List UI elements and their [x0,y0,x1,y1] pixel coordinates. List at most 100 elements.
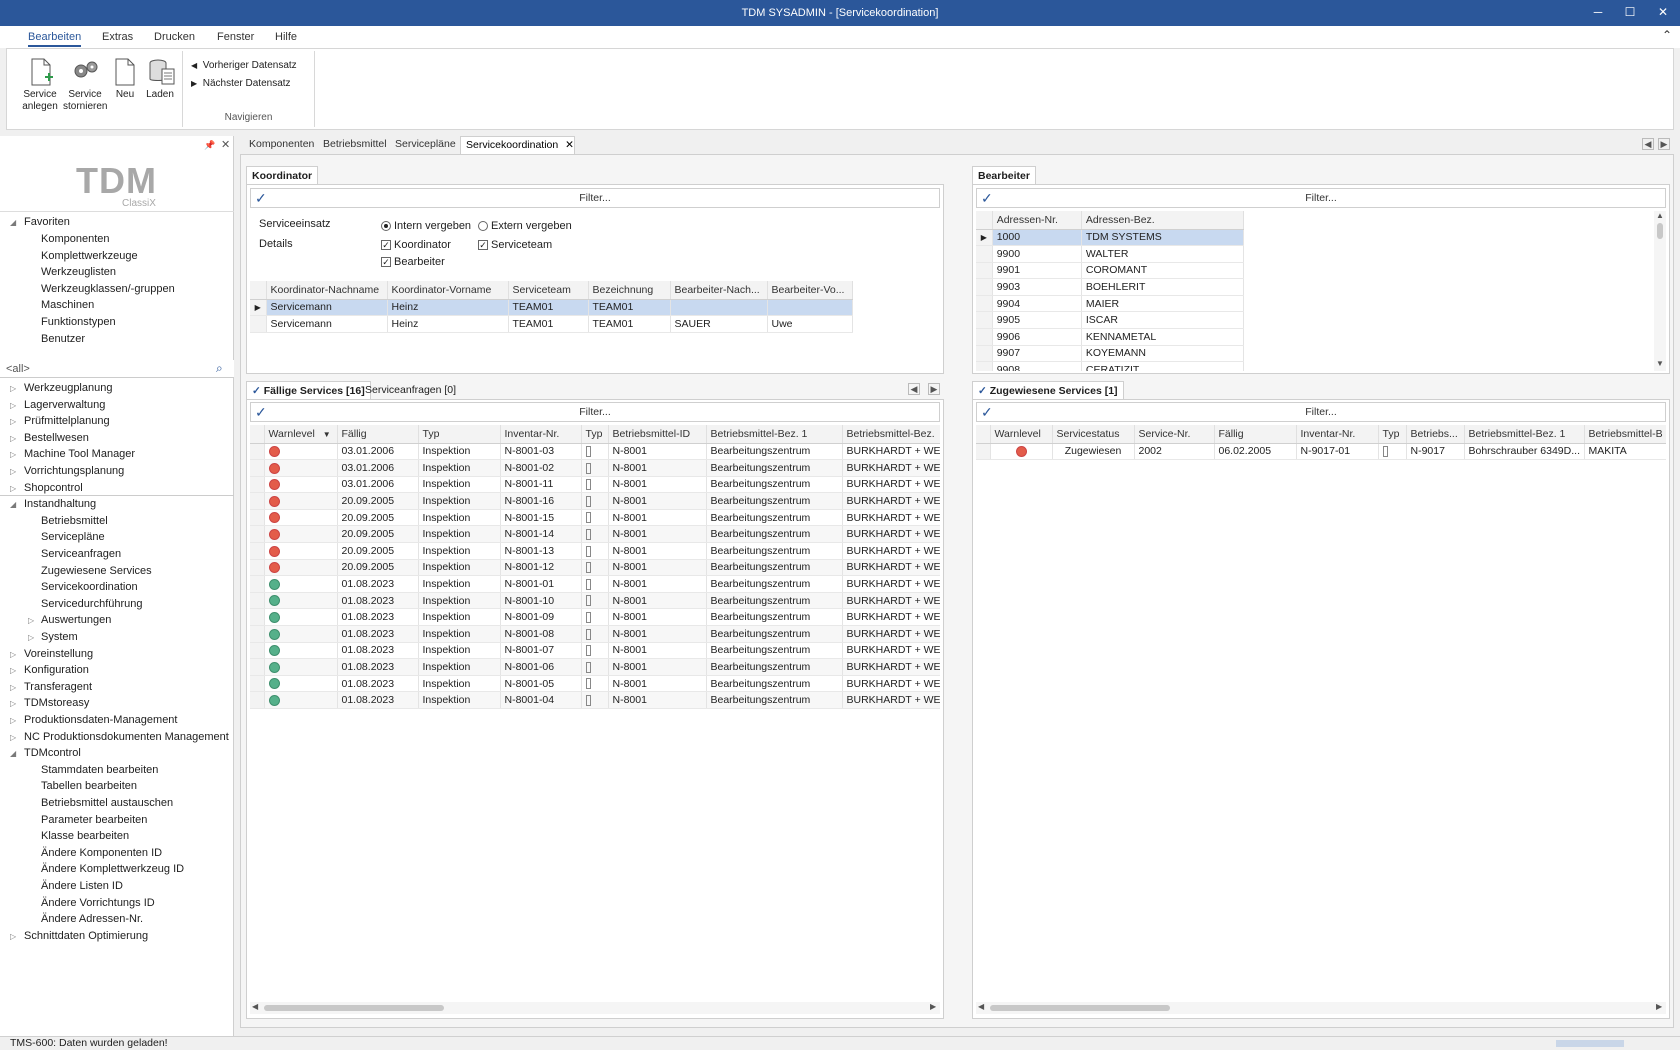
tree-item-transferagent[interactable]: Transferagent [24,681,92,693]
tab-scroll-right-icon[interactable]: ▶ [928,383,940,395]
menu-hilfe[interactable]: Hilfe [275,31,297,43]
zugewiesen-filter[interactable]: ✓ Filter... [976,402,1666,422]
tree-expand-icon[interactable]: ▷ [28,633,34,642]
table-row[interactable]: 01.08.2023 Inspektion N-8001-01 N-8001 Bearb… [250,575,940,593]
table-row[interactable]: Zugewiesen 2002 06.02.2005 N-9017-01 N-9017 B… [976,443,1666,461]
tree-expand-icon[interactable]: ▷ [10,467,16,476]
tree-item-parameter-bearbeiten[interactable]: Parameter bearbeiten [41,814,147,826]
col-betriebs[interactable]: Betriebs... [1406,425,1465,444]
table-row[interactable]: 03.01.2006 Inspektion N-8001-11 N-8001 Bearb… [250,476,940,494]
col-bezeichnung[interactable]: Bezeichnung [588,281,671,300]
table-row[interactable]: 20.09.2005 Inspektion N-8001-16 N-8001 Bearb… [250,492,940,510]
col-betriebsmittel-bez-1[interactable]: Betriebsmittel-Bez. 1 [1464,425,1585,444]
tree-item-tdmcontrol[interactable]: TDMcontrol [24,747,81,759]
table-row[interactable]: 01.08.2023 Inspektion N-8001-08 N-8001 Bearb… [250,625,940,643]
tree-item-werkzeugplanung[interactable]: Werkzeugplanung [24,382,112,394]
tab-serviceanfragen[interactable]: Serviceanfragen [0] [365,384,456,396]
menu-extras[interactable]: Extras [102,31,133,43]
tree-item-aendere-adressen-nr[interactable]: Ändere Adressen-Nr. [41,913,143,925]
table-row[interactable]: 9907 KOYEMANN [976,345,1245,363]
tree-expand-icon[interactable]: ▷ [10,384,16,393]
tab-komponenten[interactable]: Komponenten [244,136,319,154]
tab-scroll-left-icon[interactable]: ◀ [1642,138,1654,150]
pin-icon[interactable]: 📌 [204,140,215,151]
tree-expand-icon[interactable]: ▷ [10,733,16,742]
col-servicestatus[interactable]: Servicestatus [1052,425,1135,444]
tree-item-werkzeugklassen-gruppen[interactable]: Werkzeugklassen/-gruppen [41,283,175,295]
close-tab-icon[interactable]: ✕ [565,139,574,151]
col-service-nr[interactable]: Service-Nr. [1134,425,1215,444]
tree-item-maschinen[interactable]: Maschinen [41,299,94,311]
tree-expand-icon[interactable]: ▷ [10,484,16,493]
col-faellig[interactable]: Fällig [1214,425,1297,444]
koordinator-filter[interactable]: ✓ Filter... [250,188,940,208]
tree-collapse-icon[interactable]: ◢ [10,749,16,758]
tree-item-klasse-bearbeiten[interactable]: Klasse bearbeiten [41,830,129,842]
tree-expand-icon[interactable]: ▷ [10,434,16,443]
bearbeiter-vscroll-thumb[interactable] [1657,223,1663,239]
scroll-down-icon[interactable]: ▼ [1656,359,1664,368]
tree-expand-icon[interactable]: ▷ [10,932,16,941]
tree-item-tdmstoreasy[interactable]: TDMstoreasy [24,697,89,709]
service-anlegen-button[interactable]: Service anlegen [15,57,65,113]
bearbeiter-filter[interactable]: ✓ Filter... [976,188,1666,208]
tree-item-servicekoordination[interactable]: Servicekoordination [41,581,138,593]
table-row[interactable]: 9908 CERATIZIT [976,361,1245,371]
faellig-filter[interactable]: ✓ Filter... [250,402,940,422]
tree-item-werkzeuglisten[interactable]: Werkzeuglisten [41,266,116,278]
col-adressen-nr[interactable]: Adressen-Nr. [992,211,1082,230]
service-stornieren-button[interactable]: Service stornieren [63,57,107,113]
sort-desc-icon[interactable]: ▼ [323,430,331,439]
tree-favoriten[interactable]: Favoriten [24,216,70,228]
search-input[interactable]: <all> [6,363,30,375]
tab-zugewiesene-services[interactable]: ✓ Zugewiesene Services [1] [972,381,1124,401]
tab-scroll-right-icon[interactable]: ▶ [1658,138,1670,150]
bearbeiter-vscroll[interactable]: ▲ ▼ [1654,211,1666,371]
col-betriebsmittel-bez[interactable]: Betriebsmittel-Bez. [842,425,940,444]
tree-item-pruefmittelplanung[interactable]: Prüfmittelplanung [24,415,110,427]
laden-button[interactable]: Laden [143,57,177,101]
tree-item-komplettwerkzeuge[interactable]: Komplettwerkzeuge [41,250,138,262]
scroll-left-icon[interactable]: ◀ [978,1002,984,1011]
tab-scroll-left-icon[interactable]: ◀ [908,383,920,395]
collapse-ribbon-icon[interactable]: ⌃ [1662,28,1672,42]
tree-item-system[interactable]: System [41,631,78,643]
scroll-up-icon[interactable]: ▲ [1656,211,1664,220]
table-row[interactable]: ▶ Servicemann Heinz TEAM01 TEAM01 [250,299,853,317]
table-row[interactable]: 9905 ISCAR [976,311,1245,330]
table-row[interactable]: 9904 MAIER [976,295,1245,313]
table-row[interactable]: 20.09.2005 Inspektion N-8001-12 N-8001 Bearb… [250,559,940,577]
table-row[interactable]: 20.09.2005 Inspektion N-8001-14 N-8001 Bearb… [250,525,940,544]
minimize-icon[interactable]: ─ [1590,4,1606,20]
table-row[interactable]: 03.01.2006 Inspektion N-8001-02 N-8001 Bearb… [250,459,940,477]
table-row[interactable]: 9900 WALTER [976,245,1245,263]
next-record-button[interactable]: ▶ Nächster Datensatz [191,78,291,89]
tree-expand-icon[interactable]: ▷ [10,666,16,675]
tree-item-machine-tool-manager[interactable]: Machine Tool Manager [24,448,135,460]
col-warnlevel[interactable]: Warnlevel ▼ [264,425,338,444]
col-betriebsmittel-bez-1[interactable]: Betriebsmittel-Bez. 1 [706,425,843,444]
menu-drucken[interactable]: Drucken [154,31,195,43]
tree-item-zugewiesene-services[interactable]: Zugewiesene Services [41,565,152,577]
tree-item-serviceplaene[interactable]: Servicepläne [41,531,105,543]
col-bearbeiter-vo[interactable]: Bearbeiter-Vo... [767,281,853,300]
table-row[interactable]: 01.08.2023 Inspektion N-8001-09 N-8001 Bearb… [250,608,940,627]
tab-faellige-services[interactable]: ✓ Fällige Services [16] [246,381,371,401]
zugewiesen-hscroll-thumb[interactable] [990,1005,1170,1011]
tree-item-shopcontrol[interactable]: Shopcontrol [24,482,83,494]
table-row[interactable]: 01.08.2023 Inspektion N-8001-07 N-8001 Bearb… [250,642,940,660]
checkbox-serviceteam[interactable]: ✓ Serviceteam [478,239,552,251]
tree-item-instandhaltung[interactable]: Instandhaltung [24,498,96,510]
col-koordinator-nachname[interactable]: Koordinator-Nachname [266,281,388,300]
col-inventar-nr[interactable]: Inventar-Nr. [500,425,582,444]
radio-extern[interactable]: Extern vergeben [478,220,572,232]
tree-item-tabellen-bearbeiten[interactable]: Tabellen bearbeiten [41,780,137,792]
tree-expand-icon[interactable]: ▷ [10,650,16,659]
col-betriebsmittel-id[interactable]: Betriebsmittel-ID [608,425,707,444]
tree-item-funktionstypen[interactable]: Funktionstypen [41,316,116,328]
tree-item-schnittdaten-optimierung[interactable]: Schnittdaten Optimierung [24,930,148,942]
tab-servicekoordination[interactable]: Servicekoordination ✕ [460,136,575,154]
tree-item-serviceanfragen[interactable]: Serviceanfragen [41,548,121,560]
col-koordinator-vorname[interactable]: Koordinator-Vorname [387,281,509,300]
zugewiesen-hscroll[interactable]: ◀ ▶ [976,1002,1666,1014]
